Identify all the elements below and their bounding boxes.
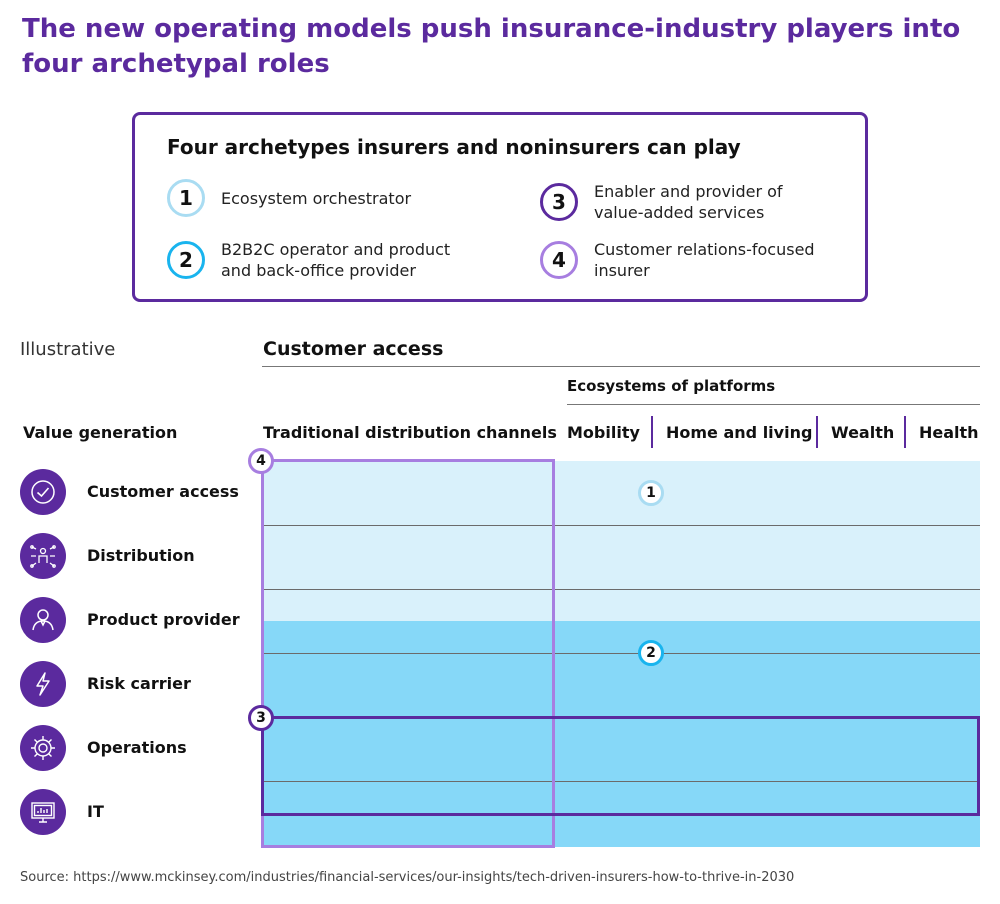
illustrative-label: Illustrative bbox=[20, 339, 116, 360]
archetype-3-marker: 3 bbox=[248, 705, 274, 731]
ecosystems-heading: Ecosystems of platforms bbox=[567, 377, 776, 395]
source-note: Source: https://www.mckinsey.com/industr… bbox=[20, 870, 795, 885]
row-label-distribution: Distribution bbox=[87, 546, 195, 565]
legend-heading: Four archetypes insurers and noninsurers… bbox=[167, 135, 741, 159]
customer-access-heading: Customer access bbox=[263, 338, 444, 360]
archetype-3-badge: 3 bbox=[540, 183, 578, 221]
column-separator bbox=[651, 416, 653, 448]
row-label-product-provider: Product provider bbox=[87, 610, 240, 629]
monitor-icon bbox=[20, 789, 66, 835]
customer-access-rule bbox=[262, 366, 980, 367]
archetype-4-badge: 4 bbox=[540, 241, 578, 279]
row-label-it: IT bbox=[87, 802, 104, 821]
column-traditional-channels: Traditional distribution channels bbox=[263, 423, 557, 442]
value-generation-heading: Value generation bbox=[23, 423, 178, 442]
page-title: The new operating models push insurance-… bbox=[22, 14, 961, 79]
archetype-4-marker: 4 bbox=[248, 448, 274, 474]
column-mobility: Mobility bbox=[567, 423, 640, 442]
column-separator bbox=[816, 416, 818, 448]
legend-item-2: 2 B2B2C operator and product and back-of… bbox=[167, 239, 497, 281]
person-icon bbox=[20, 597, 66, 643]
column-separator bbox=[904, 416, 906, 448]
legend-item-4: 4 Customer relations-focused insurer bbox=[540, 239, 840, 281]
archetype-3-region bbox=[261, 716, 980, 816]
lightning-icon bbox=[20, 661, 66, 707]
network-person-icon bbox=[20, 533, 66, 579]
ecosystems-rule bbox=[567, 404, 980, 405]
archetype-1-badge: 1 bbox=[167, 179, 205, 217]
legend-item-3: 3 Enabler and provider of value-added se… bbox=[540, 181, 840, 223]
archetype-2-badge: 2 bbox=[167, 241, 205, 279]
gear-icon bbox=[20, 725, 66, 771]
row-label-risk-carrier: Risk carrier bbox=[87, 674, 191, 693]
column-health: Health bbox=[919, 423, 979, 442]
legend-item-1-label: Ecosystem orchestrator bbox=[221, 188, 412, 208]
archetype-1-marker: 1 bbox=[638, 480, 664, 506]
legend-item-1: 1 Ecosystem orchestrator bbox=[167, 179, 497, 217]
row-label-operations: Operations bbox=[87, 738, 187, 757]
legend-item-4-label: Customer relations-focused insurer bbox=[594, 240, 815, 280]
column-wealth: Wealth bbox=[831, 423, 895, 442]
checkmark-icon bbox=[20, 469, 66, 515]
legend-item-3-label: Enabler and provider of value-added serv… bbox=[594, 182, 783, 222]
archetype-2-marker: 2 bbox=[638, 640, 664, 666]
archetype-legend: Four archetypes insurers and noninsurers… bbox=[132, 112, 868, 302]
row-label-customer-access: Customer access bbox=[87, 482, 239, 501]
legend-item-2-label: B2B2C operator and product and back-offi… bbox=[221, 240, 451, 280]
column-home-and-living: Home and living bbox=[666, 423, 813, 442]
